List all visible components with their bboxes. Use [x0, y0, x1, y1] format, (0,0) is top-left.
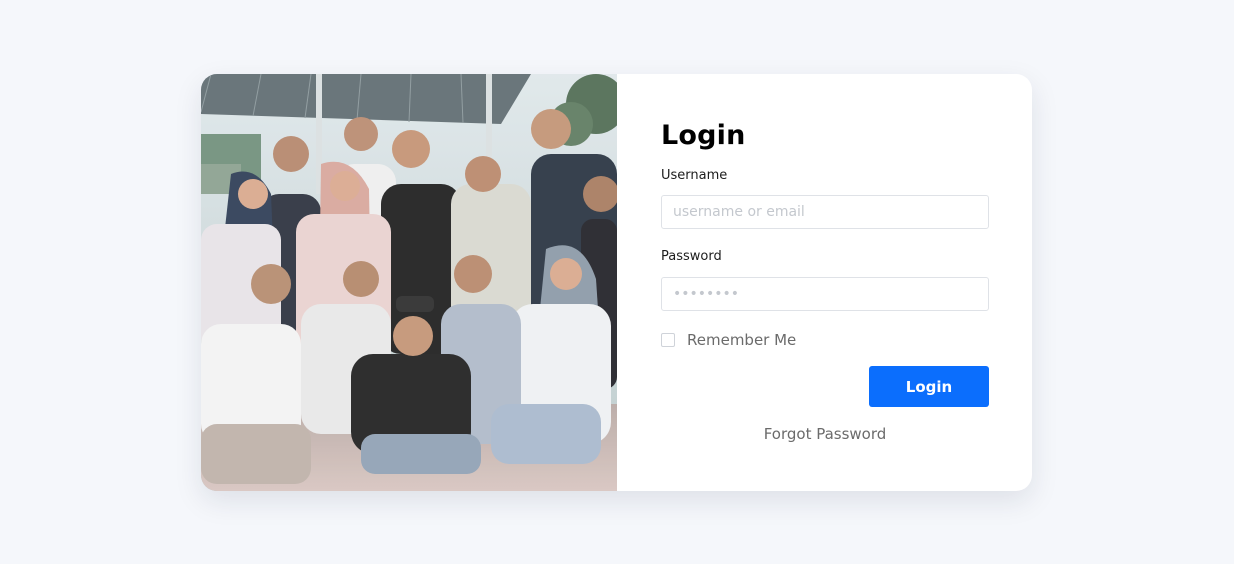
- group-photo: [201, 74, 617, 491]
- login-button[interactable]: Login: [869, 366, 989, 407]
- username-input[interactable]: [661, 195, 989, 229]
- forgot-password-link[interactable]: Forgot Password: [661, 425, 989, 443]
- login-title: Login: [661, 120, 746, 151]
- remember-me-checkbox[interactable]: [661, 333, 675, 347]
- remember-me-row: Remember Me: [661, 331, 796, 349]
- remember-me-label: Remember Me: [687, 331, 797, 349]
- username-label: Username: [661, 168, 728, 183]
- password-input[interactable]: [661, 277, 989, 311]
- login-form: Login Username Password Remember Me Logi…: [617, 74, 1032, 491]
- group-photo-illustration: [201, 74, 617, 491]
- login-card: Login Username Password Remember Me Logi…: [201, 74, 1032, 491]
- password-label: Password: [661, 249, 722, 264]
